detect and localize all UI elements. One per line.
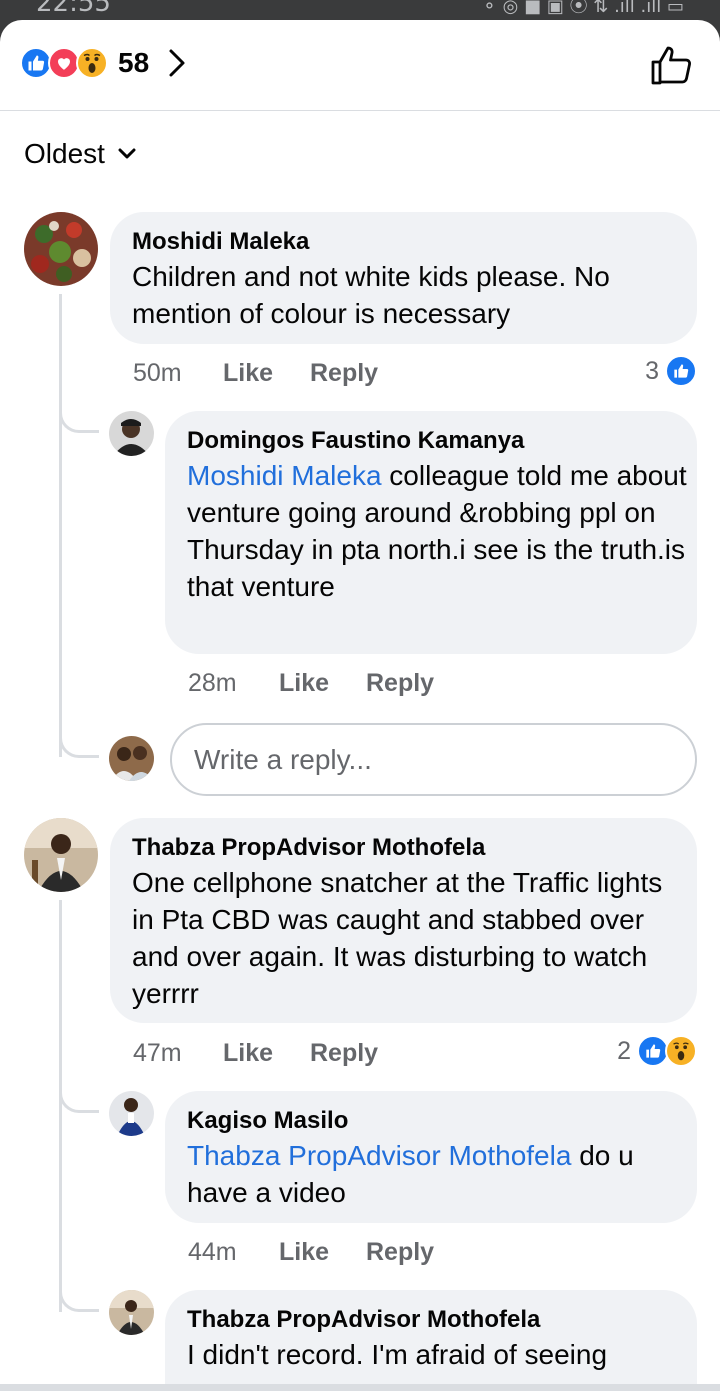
comment-text: Children and not white kids please. No m…: [132, 261, 610, 329]
reply-author[interactable]: Kagiso Masilo: [187, 1107, 348, 1135]
avatar-kagiso-masilo[interactable]: [109, 1091, 154, 1136]
thread-connector: [59, 398, 99, 433]
avatar-moshidi-maleka[interactable]: [24, 212, 98, 286]
thread-connector: [59, 1078, 99, 1113]
comment-author[interactable]: Thabza PropAdvisor Mothofela: [132, 834, 485, 862]
like-post-thumb-icon[interactable]: [650, 44, 692, 86]
reply-author[interactable]: Thabza PropAdvisor Mothofela: [187, 1306, 540, 1334]
reaction-count: 58: [118, 47, 150, 78]
comments-sheet: 58 Oldest Moshidi Maleka Children and no…: [0, 20, 720, 1391]
write-reply-input[interactable]: [170, 723, 697, 796]
wow-reaction-icon: [665, 1035, 697, 1067]
like-button[interactable]: Like: [223, 1039, 273, 1068]
status-icons: ⚬ ◎ ■ ▣ ⦿ ⇅ .ıll .ıll ▭: [481, 0, 684, 17]
reactions-summary[interactable]: 58: [20, 47, 187, 79]
status-bar: 22:55 ⚬ ◎ ■ ▣ ⦿ ⇅ .ıll .ıll ▭: [0, 0, 720, 20]
reply-button[interactable]: Reply: [310, 1039, 378, 1068]
mention-link[interactable]: Thabza PropAdvisor Mothofela: [187, 1140, 571, 1171]
like-reaction-icon: [665, 355, 697, 387]
avatar-current-user: [109, 736, 154, 781]
comments-header: 58: [0, 20, 720, 111]
status-time: 22:55: [36, 0, 111, 18]
thread-line: [59, 900, 62, 1312]
bottom-bar-edge: [0, 1384, 720, 1391]
like-button[interactable]: Like: [279, 1238, 329, 1267]
reply-bubble[interactable]: Domingos Faustino Kamanya Moshidi Maleka…: [165, 411, 697, 654]
thread-connector: [59, 1277, 99, 1312]
avatar-thabza-propadvisor-mothofela[interactable]: [24, 818, 98, 892]
wow-reaction-icon: [76, 47, 108, 79]
reply-bubble[interactable]: Kagiso Masilo Thabza PropAdvisor Mothofe…: [165, 1091, 697, 1223]
comment-text: One cellphone snatcher at the Traffic li…: [132, 867, 663, 1009]
reaction-number: 2: [617, 1036, 631, 1065]
reply-button[interactable]: Reply: [366, 669, 434, 698]
reply-time: 28m: [188, 669, 237, 697]
sort-label: Oldest: [24, 138, 105, 169]
chevron-right-icon: [169, 49, 185, 77]
avatar-domingos-faustino-kamanya[interactable]: [109, 411, 154, 456]
comment-time: 47m: [133, 1039, 182, 1067]
comment-reaction-count[interactable]: 3: [645, 355, 697, 387]
thread-connector: [59, 720, 99, 758]
comment-bubble[interactable]: Thabza PropAdvisor Mothofela One cellpho…: [110, 818, 697, 1023]
chevron-down-icon: [118, 148, 136, 159]
avatar-thabza-propadvisor-mothofela[interactable]: [109, 1290, 154, 1335]
reply-text: I didn't record. I'm afraid of seeing: [187, 1339, 608, 1370]
comment-time: 50m: [133, 359, 182, 387]
comment-author[interactable]: Moshidi Maleka: [132, 228, 309, 256]
reply-button[interactable]: Reply: [310, 359, 378, 388]
reaction-number: 3: [645, 356, 659, 385]
mention-link[interactable]: Moshidi Maleka: [187, 460, 382, 491]
reply-time: 44m: [188, 1238, 237, 1266]
like-button[interactable]: Like: [279, 669, 329, 698]
reply-bubble[interactable]: Thabza PropAdvisor Mothofela I didn't re…: [165, 1290, 697, 1391]
comment-reaction-count[interactable]: 2: [617, 1035, 697, 1067]
comment-sort-dropdown[interactable]: Oldest: [24, 138, 137, 170]
reply-button[interactable]: Reply: [366, 1238, 434, 1267]
like-button[interactable]: Like: [223, 359, 273, 388]
reply-text: Moshidi Maleka colleague told me about v…: [187, 457, 687, 605]
reply-text: Thabza PropAdvisor Mothofela do u have a…: [187, 1137, 687, 1211]
comment-bubble[interactable]: Moshidi Maleka Children and not white ki…: [110, 212, 697, 344]
thread-line: [59, 294, 62, 757]
reply-author[interactable]: Domingos Faustino Kamanya: [187, 427, 524, 455]
